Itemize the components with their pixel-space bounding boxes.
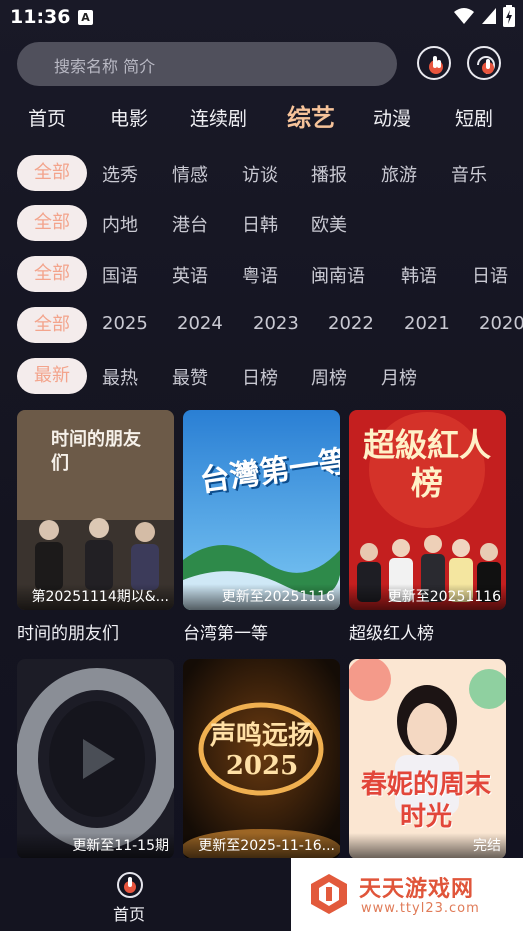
filter-option[interactable]: 欧美 bbox=[311, 211, 347, 237]
filter-option[interactable]: 2024 bbox=[177, 313, 223, 334]
site-watermark: 天天游戏网 www.ttyl23.com bbox=[291, 858, 523, 931]
tab-home[interactable]: 首页 bbox=[28, 104, 66, 131]
home-nav-icon[interactable] bbox=[117, 872, 143, 898]
filter-option[interactable]: 闽南语 bbox=[311, 262, 365, 288]
filter-row-year: 全部 2025 2024 2023 2022 2021 2020 bbox=[0, 305, 523, 345]
filter-chip-selected[interactable]: 全部 bbox=[17, 205, 87, 241]
refresh-hand-icon bbox=[477, 56, 495, 74]
sort-option[interactable]: 最热 bbox=[102, 364, 138, 390]
watermark-title: 天天游戏网 bbox=[359, 877, 475, 902]
filter-option[interactable]: 播报 bbox=[311, 161, 347, 187]
tab-series[interactable]: 连续剧 bbox=[190, 104, 247, 131]
update-badge: 更新至2025-11-16... bbox=[183, 833, 340, 859]
poster-title-art: 时间的朋友们 bbox=[51, 429, 141, 474]
poster-title-art: 春妮的周末时光 bbox=[361, 770, 492, 832]
poster-image[interactable]: 台灣第一等 更新至20251116 bbox=[183, 410, 340, 610]
sort-option[interactable]: 周榜 bbox=[311, 364, 347, 390]
hand-pointer-icon bbox=[429, 56, 443, 74]
poster-image[interactable]: 声鸣远扬 2025 更新至2025-11-16... bbox=[183, 659, 340, 859]
refresh-button[interactable] bbox=[467, 46, 501, 80]
history-button[interactable] bbox=[417, 46, 451, 80]
sort-option[interactable]: 月榜 bbox=[381, 364, 417, 390]
tab-variety[interactable]: 综艺 bbox=[287, 98, 335, 133]
filter-option[interactable]: 日语 bbox=[472, 262, 508, 288]
notification-app-icon: A bbox=[78, 10, 93, 25]
watermark-url: www.ttyl23.com bbox=[361, 901, 480, 916]
tab-anime[interactable]: 动漫 bbox=[373, 104, 411, 131]
battery-icon bbox=[503, 5, 515, 31]
sort-chip-selected[interactable]: 最新 bbox=[17, 358, 87, 394]
poster-image[interactable]: 春妮的周末时光 完结 bbox=[349, 659, 506, 859]
update-badge: 更新至20251116 bbox=[183, 584, 340, 610]
tab-movies[interactable]: 电影 bbox=[110, 104, 148, 131]
filter-chip-selected[interactable]: 全部 bbox=[17, 256, 87, 292]
status-indicators bbox=[453, 5, 515, 31]
filter-option[interactable]: 日韩 bbox=[242, 211, 278, 237]
filter-row-region: 全部 内地 港台 日韩 欧美 bbox=[0, 203, 523, 243]
sort-option[interactable]: 日榜 bbox=[242, 364, 278, 390]
update-badge: 完结 bbox=[349, 833, 506, 859]
wifi-icon bbox=[453, 7, 475, 29]
nav-home-label[interactable]: 首页 bbox=[113, 901, 145, 925]
update-badge: 第20251114期以&... bbox=[17, 584, 174, 610]
signal-icon bbox=[481, 7, 497, 29]
poster-image[interactable]: 时间的朋友们 第20251114期以&... bbox=[17, 410, 174, 610]
card-title[interactable]: 超级红人榜 bbox=[349, 619, 434, 644]
filter-row-sort: 最新 最热 最赞 日榜 周榜 月榜 bbox=[0, 356, 523, 396]
tab-short-drama[interactable]: 短剧 bbox=[455, 104, 493, 131]
status-bar: 11:36 A bbox=[0, 0, 523, 36]
poster-title-art: 超級紅人榜 bbox=[362, 426, 491, 502]
filter-option[interactable]: 2022 bbox=[328, 313, 374, 334]
card-title[interactable]: 台湾第一等 bbox=[183, 619, 268, 644]
watermark-logo-icon bbox=[311, 874, 347, 914]
filter-option[interactable]: 粤语 bbox=[242, 262, 278, 288]
filter-option[interactable]: 国语 bbox=[102, 262, 138, 288]
filter-option[interactable]: 2025 bbox=[102, 313, 148, 334]
status-time: 11:36 bbox=[10, 6, 71, 28]
filter-option[interactable]: 情感 bbox=[172, 161, 208, 187]
sort-option[interactable]: 最赞 bbox=[172, 364, 208, 390]
search-placeholder: 搜索名称 简介 bbox=[54, 57, 156, 76]
search-input[interactable]: 搜索名称 简介 bbox=[17, 42, 397, 86]
filter-option[interactable]: 内地 bbox=[102, 211, 138, 237]
category-tabs: 首页 电影 连续剧 综艺 动漫 短剧 bbox=[0, 96, 523, 136]
filter-option[interactable]: 2020 bbox=[479, 313, 523, 334]
poster-image[interactable]: 更新至11-15期 bbox=[17, 659, 174, 859]
filter-row-genre: 全部 选秀 情感 访谈 播报 旅游 音乐 bbox=[0, 153, 523, 193]
poster-image[interactable]: 超級紅人榜 更新至20251116 bbox=[349, 410, 506, 610]
filter-chip-selected[interactable]: 全部 bbox=[17, 155, 87, 191]
filter-row-language: 全部 国语 英语 粤语 闽南语 韩语 日语 bbox=[0, 254, 523, 294]
filter-option[interactable]: 选秀 bbox=[102, 161, 138, 187]
filter-option[interactable]: 英语 bbox=[172, 262, 208, 288]
poster-title-art: 声鸣远扬 2025 bbox=[209, 721, 314, 781]
filter-option[interactable]: 2021 bbox=[404, 313, 450, 334]
filter-option[interactable]: 韩语 bbox=[401, 262, 437, 288]
filter-option[interactable]: 访谈 bbox=[242, 161, 278, 187]
card-title[interactable]: 时间的朋友们 bbox=[17, 619, 119, 644]
app-screen: 11:36 A 搜索名称 简介 首页 电影 连续剧 综艺 动漫 短剧 全部 选秀… bbox=[0, 0, 523, 931]
filter-option[interactable]: 2023 bbox=[253, 313, 299, 334]
filter-option[interactable]: 旅游 bbox=[381, 161, 417, 187]
filter-option[interactable]: 港台 bbox=[172, 211, 208, 237]
update-badge: 更新至20251116 bbox=[349, 584, 506, 610]
filter-option[interactable]: 音乐 bbox=[451, 161, 487, 187]
filter-chip-selected[interactable]: 全部 bbox=[17, 307, 87, 343]
update-badge: 更新至11-15期 bbox=[17, 833, 174, 859]
